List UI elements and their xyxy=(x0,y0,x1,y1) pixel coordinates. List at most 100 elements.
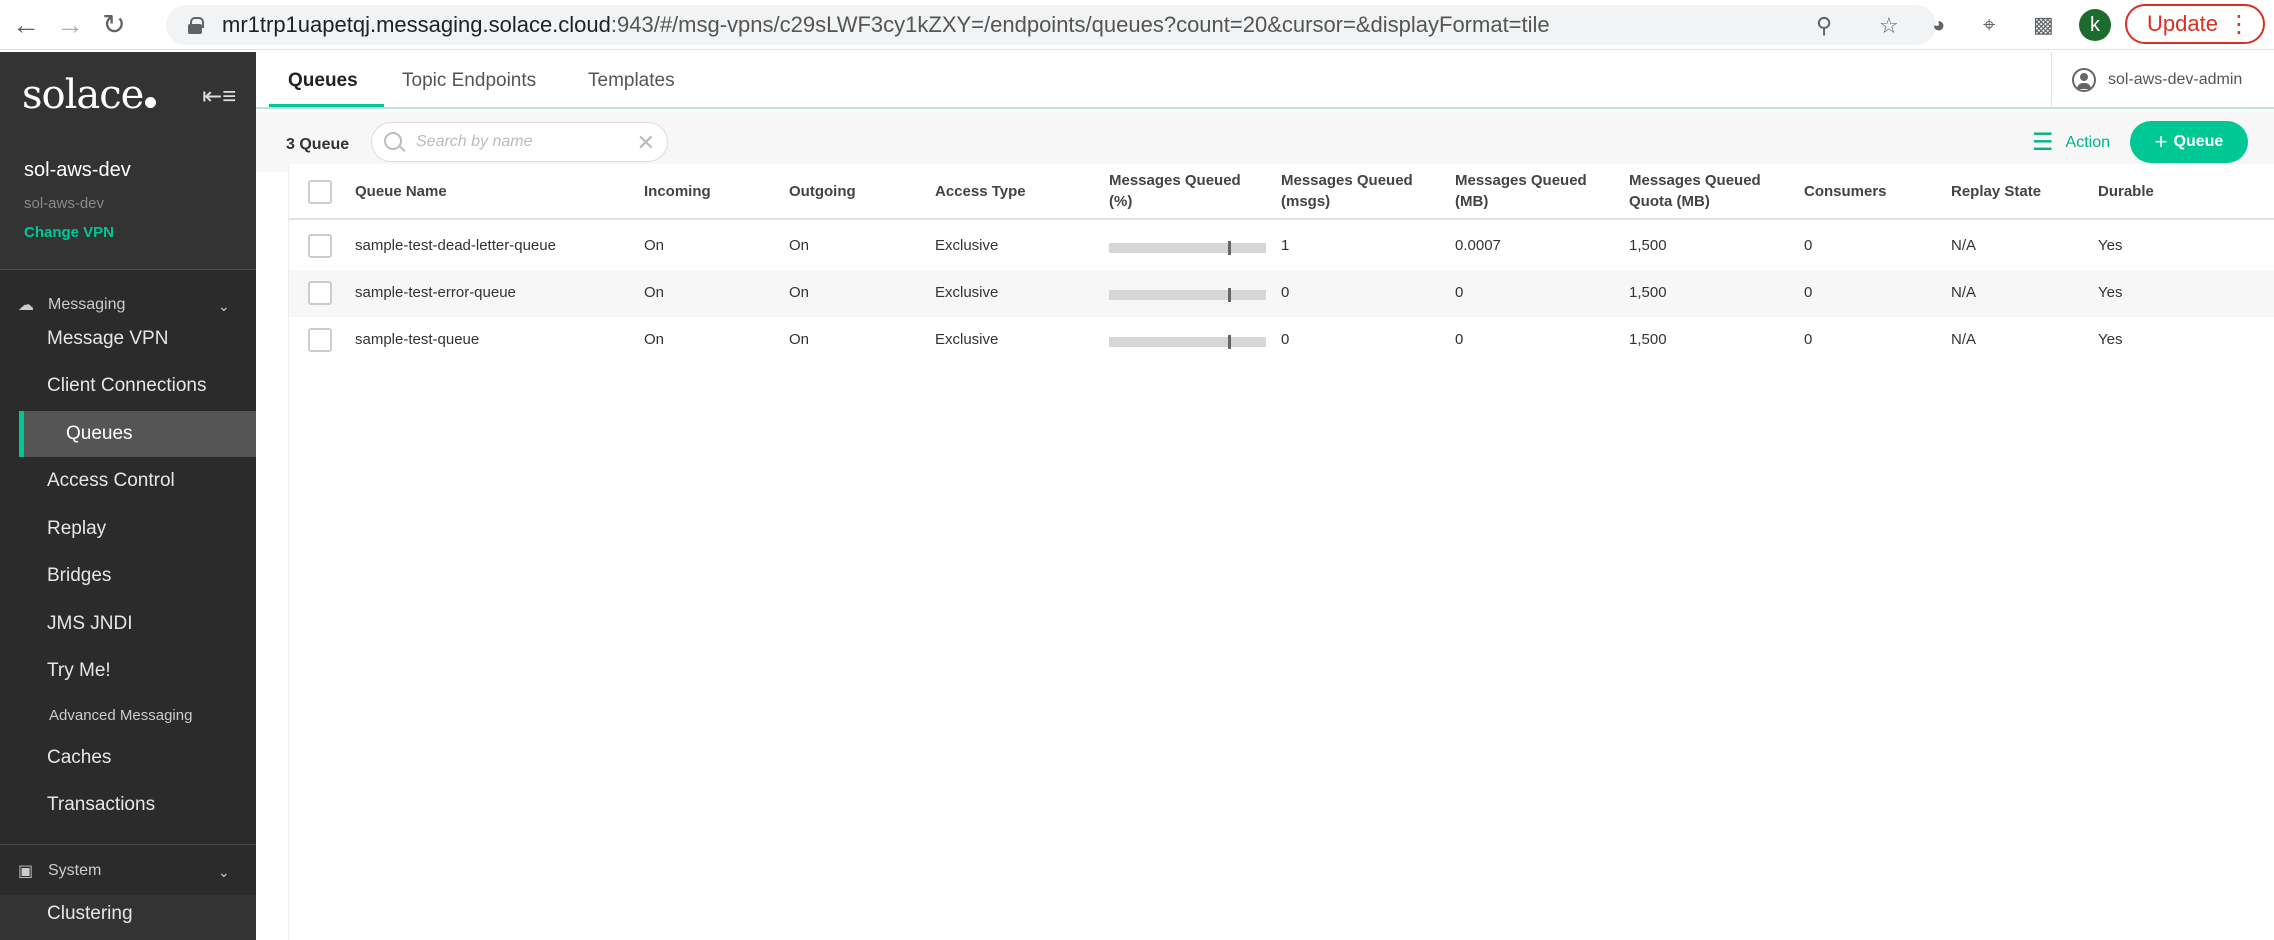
msgs-cell: 0 xyxy=(1281,284,1290,301)
lock-icon[interactable] xyxy=(188,17,204,34)
bar-marker xyxy=(1228,288,1231,302)
vpn-name: sol-aws-dev xyxy=(24,159,131,181)
clear-search-icon[interactable]: ✕ xyxy=(637,130,655,156)
profile-avatar[interactable]: k xyxy=(2079,9,2111,41)
header-queue-name[interactable]: Queue Name xyxy=(355,181,447,202)
row-checkbox[interactable] xyxy=(308,328,332,352)
search-box[interactable]: ✕ xyxy=(371,122,668,162)
reload-icon[interactable]: ↻ xyxy=(96,7,132,43)
bar-marker xyxy=(1228,335,1231,349)
update-label: Update xyxy=(2147,11,2218,36)
sidebar-item-clustering[interactable]: Clustering xyxy=(0,891,256,937)
header-incoming[interactable]: Incoming xyxy=(644,181,711,202)
chevron-down-icon[interactable]: ⌄ xyxy=(218,298,230,315)
solace-logo[interactable]: solace xyxy=(22,72,157,118)
header-consumers[interactable]: Consumers xyxy=(1804,181,1887,202)
zoom-icon[interactable]: ⚲ xyxy=(1816,13,1832,39)
mb-cell: 0 xyxy=(1455,284,1464,301)
sidebar-item-bridges[interactable]: Bridges xyxy=(0,553,256,599)
outgoing-cell: On xyxy=(789,237,810,254)
consumers-cell: 0 xyxy=(1804,331,1813,348)
system-section-header[interactable]: ▣ System xyxy=(18,861,101,881)
system-icon: ▣ xyxy=(18,863,34,880)
sidebar-item-jms-jndi[interactable]: JMS JNDI xyxy=(0,601,256,647)
change-vpn-link[interactable]: Change VPN xyxy=(24,224,114,241)
row-checkbox[interactable] xyxy=(308,281,332,305)
queue-toolbar: 3 Queue ✕ ☰ Action + Queue xyxy=(256,112,2274,172)
sidebar-item-queues[interactable]: Queues xyxy=(19,411,256,457)
tab-queues[interactable]: Queues xyxy=(288,70,358,92)
quota-cell: 1,500 xyxy=(1629,284,1667,301)
more-vert-icon[interactable]: ⋮ xyxy=(2227,10,2251,39)
sidebar: solace ⇤≡ sol-aws-dev sol-aws-dev Change… xyxy=(0,52,256,940)
header-messages-queued-pct[interactable]: Messages Queued (%) xyxy=(1109,170,1241,212)
extensions-puzzle-icon[interactable]: ▩ xyxy=(2033,12,2054,38)
msgs-cell: 1 xyxy=(1281,237,1290,254)
add-queue-button[interactable]: + Queue xyxy=(2130,121,2248,163)
sidebar-item-client-connections[interactable]: Client Connections xyxy=(0,363,256,409)
extension-target-icon[interactable]: ⌖ xyxy=(1983,12,1995,38)
table-row[interactable]: sample-test-error-queue On On Exclusive … xyxy=(289,270,2274,317)
row-checkbox[interactable] xyxy=(308,234,332,258)
collapse-sidebar-icon[interactable]: ⇤≡ xyxy=(202,82,236,111)
active-tab-indicator xyxy=(269,104,384,107)
sidebar-item-replay[interactable]: Replay xyxy=(0,506,256,552)
address-bar[interactable]: mr1trp1uapetqj.messaging.solace.cloud:94… xyxy=(166,5,1936,45)
system-section-label: System xyxy=(48,862,102,879)
sidebar-item-access-control[interactable]: Access Control xyxy=(0,458,256,504)
sidebar-divider xyxy=(0,844,256,845)
header-line: Messages Queued xyxy=(1109,172,1241,189)
select-all-checkbox[interactable] xyxy=(308,180,332,204)
quota-cell: 1,500 xyxy=(1629,331,1667,348)
header-messages-queued-quota[interactable]: Messages Queued Quota (MB) xyxy=(1629,170,1761,212)
header-messages-queued-mb[interactable]: Messages Queued (MB) xyxy=(1455,170,1587,212)
header-durable[interactable]: Durable xyxy=(2098,181,2154,202)
logo-text: solace xyxy=(22,72,144,118)
sidebar-item-caches[interactable]: Caches xyxy=(0,735,256,781)
search-icon xyxy=(384,132,402,150)
outgoing-cell: On xyxy=(789,331,810,348)
replay-cell: N/A xyxy=(1951,331,1977,348)
chevron-down-icon[interactable]: ⌄ xyxy=(218,864,230,881)
consumers-cell: 0 xyxy=(1804,284,1813,301)
back-arrow-icon[interactable]: ← xyxy=(8,7,44,43)
header-outgoing[interactable]: Outgoing xyxy=(789,181,856,202)
quota-cell: 1,500 xyxy=(1629,237,1667,254)
bar-marker xyxy=(1228,241,1231,255)
cloud-icon: ☁ xyxy=(18,297,34,314)
bookmark-star-icon[interactable]: ☆ xyxy=(1879,13,1899,39)
queue-name-cell[interactable]: sample-test-queue xyxy=(355,331,479,348)
url-text[interactable]: mr1trp1uapetqj.messaging.solace.cloud:94… xyxy=(222,12,1550,38)
replay-cell: N/A xyxy=(1951,284,1977,301)
header-access-type[interactable]: Access Type xyxy=(935,181,1026,202)
tab-templates[interactable]: Templates xyxy=(588,70,675,92)
header-line: (%) xyxy=(1109,193,1133,210)
logo-dot xyxy=(145,97,157,108)
sidebar-item-advanced-messaging[interactable]: Advanced Messaging xyxy=(0,692,256,738)
messaging-section-header[interactable]: ☁ Messaging xyxy=(18,295,125,315)
queue-name-cell[interactable]: sample-test-dead-letter-queue xyxy=(355,237,556,254)
table-row[interactable]: sample-test-dead-letter-queue On On Excl… xyxy=(289,223,2274,270)
table-header: Queue Name Incoming Outgoing Access Type… xyxy=(289,164,2274,220)
table-row[interactable]: sample-test-queue On On Exclusive 0 0 1,… xyxy=(289,317,2274,364)
action-button[interactable]: ☰ Action xyxy=(2032,128,2110,157)
update-button[interactable]: Update ⋮ xyxy=(2125,4,2265,44)
sidebar-item-message-vpn[interactable]: Message VPN xyxy=(0,316,256,362)
header-replay-state[interactable]: Replay State xyxy=(1951,181,2041,202)
browser-toolbar: ← → ↻ mr1trp1uapetqj.messaging.solace.cl… xyxy=(0,0,2274,50)
durable-cell: Yes xyxy=(2098,284,2123,301)
queued-percent-bar xyxy=(1109,335,1266,349)
header-line: (msgs) xyxy=(1281,193,1331,210)
queue-name-cell[interactable]: sample-test-error-queue xyxy=(355,284,516,301)
forward-arrow-icon[interactable]: → xyxy=(52,7,88,43)
queue-table: Queue Name Incoming Outgoing Access Type… xyxy=(288,164,2274,940)
search-input[interactable] xyxy=(416,133,636,151)
extension-circle-icon[interactable]: ◕ xyxy=(1932,12,1945,38)
sidebar-item-transactions[interactable]: Transactions xyxy=(0,782,256,828)
tab-topic-endpoints[interactable]: Topic Endpoints xyxy=(402,70,536,92)
user-menu[interactable]: sol-aws-dev-admin xyxy=(2051,52,2242,108)
user-account-icon xyxy=(2072,68,2096,92)
sidebar-item-try-me[interactable]: Try Me! xyxy=(0,648,256,694)
header-line: Messages Queued xyxy=(1281,172,1413,189)
header-messages-queued-msgs[interactable]: Messages Queued (msgs) xyxy=(1281,170,1413,212)
